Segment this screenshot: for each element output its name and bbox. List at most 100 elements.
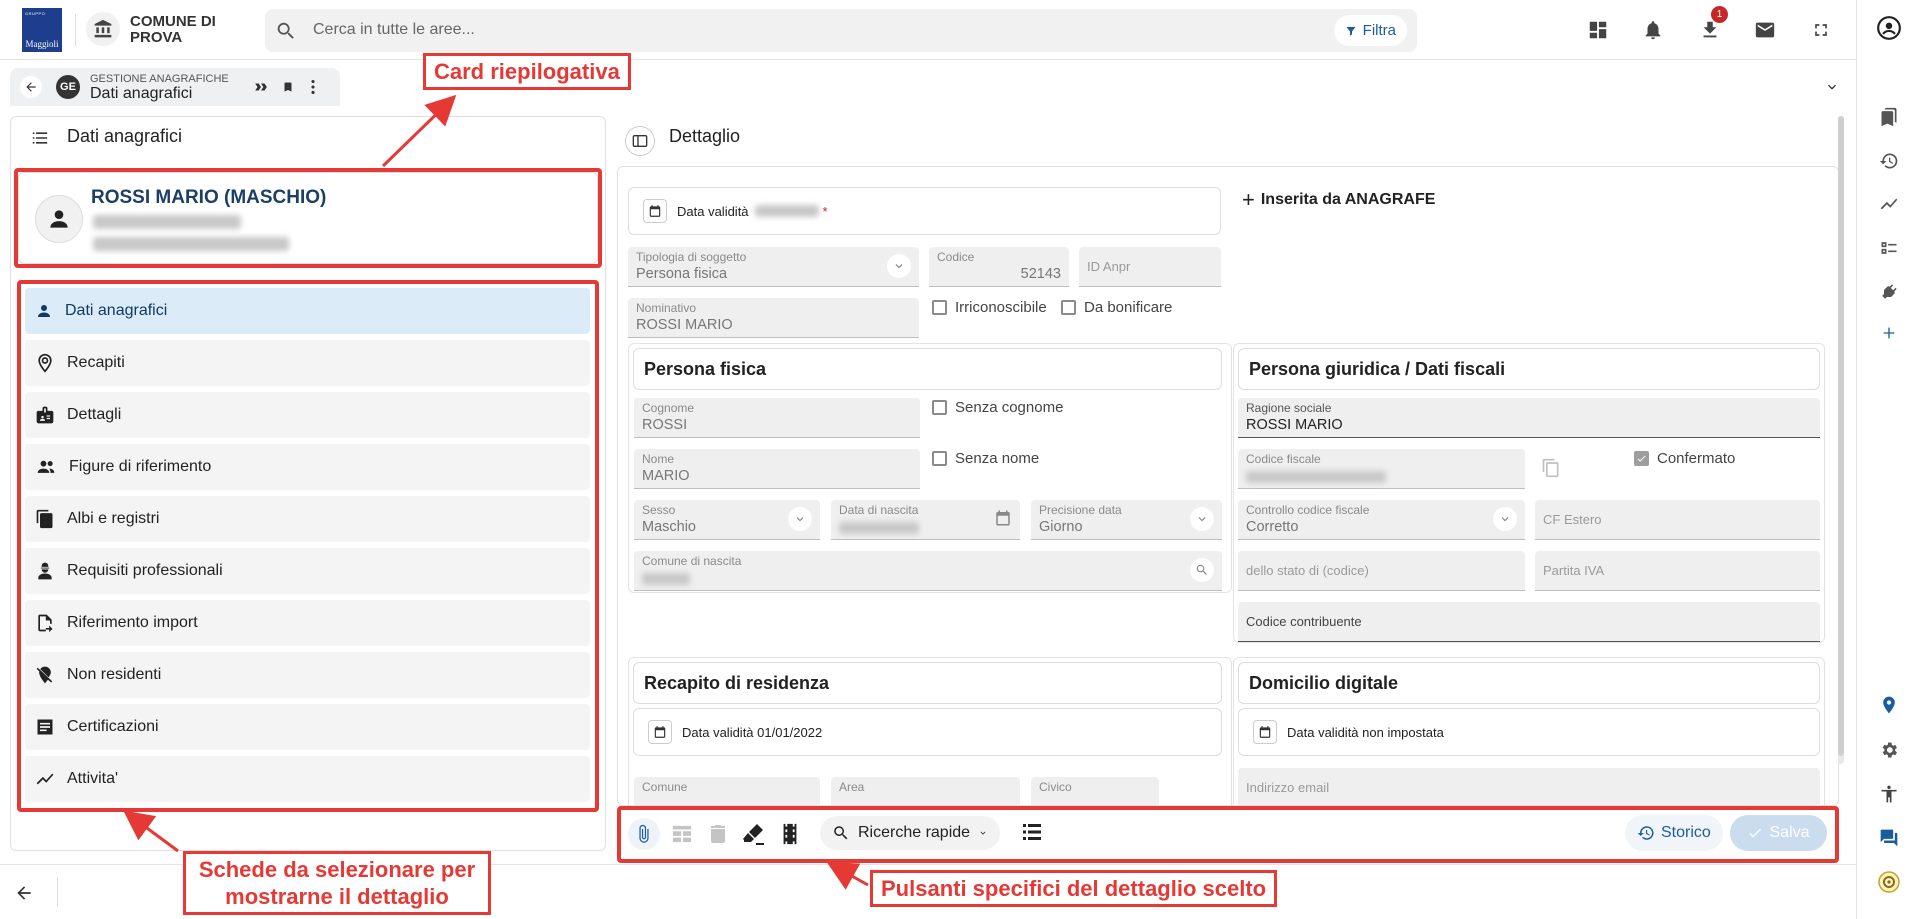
download-icon[interactable]: 1 bbox=[1690, 6, 1730, 50]
stato-field[interactable]: dello stato di (codice) bbox=[1238, 551, 1525, 591]
controllo-cf-select[interactable]: Controllo codice fiscale Corretto bbox=[1238, 500, 1525, 540]
codice-contribuente-field[interactable]: Codice contribuente bbox=[1238, 602, 1820, 642]
persona-giuridica-title: Persona giuridica / Dati fiscali bbox=[1238, 348, 1820, 390]
history-icon[interactable] bbox=[1873, 145, 1905, 177]
merge-icon[interactable] bbox=[254, 81, 268, 93]
chevron-down-icon[interactable] bbox=[788, 507, 812, 531]
comune-name: COMUNE DI PROVA bbox=[130, 13, 216, 46]
top-bar: GRUPPO Maggioli COMUNE DI PROVA Filtra 1 bbox=[0, 0, 1856, 60]
plug-icon[interactable] bbox=[1873, 276, 1905, 308]
inserted-by: + Inserita da ANAGRAFE bbox=[1242, 187, 1436, 212]
confermato-checkbox[interactable]: Confermato bbox=[1634, 450, 1735, 467]
institution-icon[interactable] bbox=[86, 12, 120, 46]
bookmark-icon[interactable] bbox=[282, 80, 294, 94]
plus-icon: + bbox=[1242, 187, 1255, 212]
app-badge: GE bbox=[56, 75, 80, 99]
sesso-select[interactable]: Sesso Maschio bbox=[634, 500, 820, 540]
scrollbar[interactable] bbox=[1838, 116, 1844, 764]
annotation-tabs-label: Schede da selezionare per mostrarne il d… bbox=[183, 851, 491, 915]
tipologia-select[interactable]: Tipologia di soggetto Persona fisica bbox=[628, 247, 919, 287]
maggioli-logo: GRUPPO Maggioli bbox=[22, 8, 62, 52]
annotation-buttons-label: Pulsanti specifici del dettaglio scelto bbox=[870, 870, 1278, 907]
annotation-card-label: Card riepilogativa bbox=[423, 53, 631, 90]
chevron-down-icon[interactable] bbox=[887, 254, 911, 278]
back-arrow-icon[interactable] bbox=[20, 76, 42, 98]
recapito-validity[interactable]: Data validità 01/01/2022 bbox=[633, 708, 1222, 756]
calendar-icon[interactable] bbox=[643, 199, 667, 223]
civico-field[interactable]: Civico bbox=[1031, 777, 1159, 805]
irriconoscibile-checkbox[interactable]: Irriconoscibile bbox=[932, 299, 1047, 316]
senza-nome-checkbox[interactable]: Senza nome bbox=[932, 450, 1039, 467]
tab-subtitle: GESTIONE ANAGRAFICHE bbox=[90, 73, 229, 85]
cognome-field[interactable]: Cognome ROSSI bbox=[634, 398, 920, 438]
calendar-icon[interactable] bbox=[994, 509, 1012, 527]
chevron-down-icon[interactable] bbox=[1190, 507, 1214, 531]
tab-gestione-anagrafiche[interactable]: GE GESTIONE ANAGRAFICHE Dati anagrafici bbox=[10, 68, 340, 106]
chat-icon[interactable] bbox=[1873, 822, 1905, 854]
chevron-down-icon[interactable] bbox=[1824, 79, 1840, 95]
area-field[interactable]: Area bbox=[831, 777, 1020, 805]
tab-title: Dati anagrafici bbox=[90, 85, 193, 102]
codice-field[interactable]: Codice 52143 bbox=[929, 247, 1069, 287]
search-input[interactable] bbox=[313, 19, 1213, 41]
help-icon[interactable] bbox=[1873, 866, 1905, 898]
partita-iva-field[interactable]: Partita IVA bbox=[1535, 551, 1820, 591]
filter-icon bbox=[1346, 26, 1356, 35]
comune-field[interactable]: Comune bbox=[634, 777, 820, 805]
recapito-title: Recapito di residenza bbox=[633, 662, 1222, 704]
dashboard-icon[interactable] bbox=[1578, 10, 1618, 50]
trend-icon[interactable] bbox=[1873, 188, 1905, 220]
search-icon[interactable] bbox=[1190, 558, 1214, 582]
annotation-box-card bbox=[14, 168, 602, 268]
map-pin-icon[interactable] bbox=[1873, 689, 1905, 721]
redacted-value bbox=[1246, 471, 1386, 483]
comune-nascita-field[interactable]: Comune di nascita bbox=[634, 551, 1222, 591]
checklist-icon[interactable] bbox=[1873, 232, 1905, 264]
senza-cognome-checkbox[interactable]: Senza cognome bbox=[932, 399, 1063, 416]
sidebar-toggle-icon[interactable] bbox=[625, 126, 655, 156]
copy-icon[interactable] bbox=[1541, 457, 1561, 479]
persona-fisica-title: Persona fisica bbox=[633, 348, 1222, 390]
redacted-value bbox=[642, 573, 690, 585]
back-arrow-icon[interactable] bbox=[14, 883, 34, 903]
divider bbox=[75, 14, 76, 46]
cf-estero-field[interactable]: CF Estero bbox=[1535, 500, 1820, 540]
codice-fiscale-field[interactable]: Codice fiscale bbox=[1238, 449, 1525, 489]
more-vert-icon[interactable] bbox=[310, 80, 316, 94]
download-badge: 1 bbox=[1711, 6, 1728, 23]
redacted-date bbox=[754, 205, 819, 217]
notifications-icon[interactable] bbox=[1633, 10, 1673, 50]
nominativo-field[interactable]: Nominativo ROSSI MARIO bbox=[628, 298, 919, 338]
data-nascita-field[interactable]: Data di nascita bbox=[831, 500, 1020, 540]
precisione-select[interactable]: Precisione data Giorno bbox=[1031, 500, 1222, 540]
domicilio-title: Domicilio digitale bbox=[1238, 662, 1820, 704]
settings-icon[interactable] bbox=[1873, 734, 1905, 766]
validity-field[interactable]: Data validità * bbox=[628, 187, 1221, 235]
calendar-icon[interactable] bbox=[648, 720, 672, 744]
account-icon[interactable] bbox=[1873, 12, 1905, 44]
id-anpr-field[interactable]: ID Anpr bbox=[1079, 247, 1221, 287]
detail-card: Data validità * + Inserita da ANAGRAFE T… bbox=[617, 166, 1839, 806]
email-field[interactable]: Indirizzo email bbox=[1238, 768, 1820, 805]
mail-icon[interactable] bbox=[1745, 10, 1785, 50]
left-panel-title: Dati anagrafici bbox=[67, 126, 183, 146]
nome-field[interactable]: Nome MARIO bbox=[634, 449, 920, 489]
filter-button[interactable]: Filtra bbox=[1333, 15, 1407, 46]
add-icon[interactable] bbox=[1873, 317, 1905, 349]
calendar-icon[interactable] bbox=[1253, 720, 1277, 744]
fullscreen-icon[interactable] bbox=[1801, 10, 1841, 50]
right-rail bbox=[1856, 0, 1920, 919]
chevron-down-icon[interactable] bbox=[1493, 507, 1517, 531]
annotation-box-tabs bbox=[17, 280, 599, 812]
divider bbox=[57, 877, 58, 907]
bookmarks-icon[interactable] bbox=[1873, 101, 1905, 133]
redacted-date bbox=[839, 522, 919, 534]
ragione-sociale-field[interactable]: Ragione sociale ROSSI MARIO bbox=[1238, 398, 1820, 438]
list-menu-icon[interactable] bbox=[30, 130, 50, 146]
required-mark: * bbox=[822, 203, 828, 219]
annotation-box-buttons bbox=[617, 806, 1839, 863]
accessibility-icon[interactable] bbox=[1873, 778, 1905, 810]
domicilio-validity[interactable]: Data validità non impostata bbox=[1238, 708, 1820, 756]
da-bonificare-checkbox[interactable]: Da bonificare bbox=[1061, 299, 1172, 316]
detail-title: Dettaglio bbox=[669, 126, 741, 146]
